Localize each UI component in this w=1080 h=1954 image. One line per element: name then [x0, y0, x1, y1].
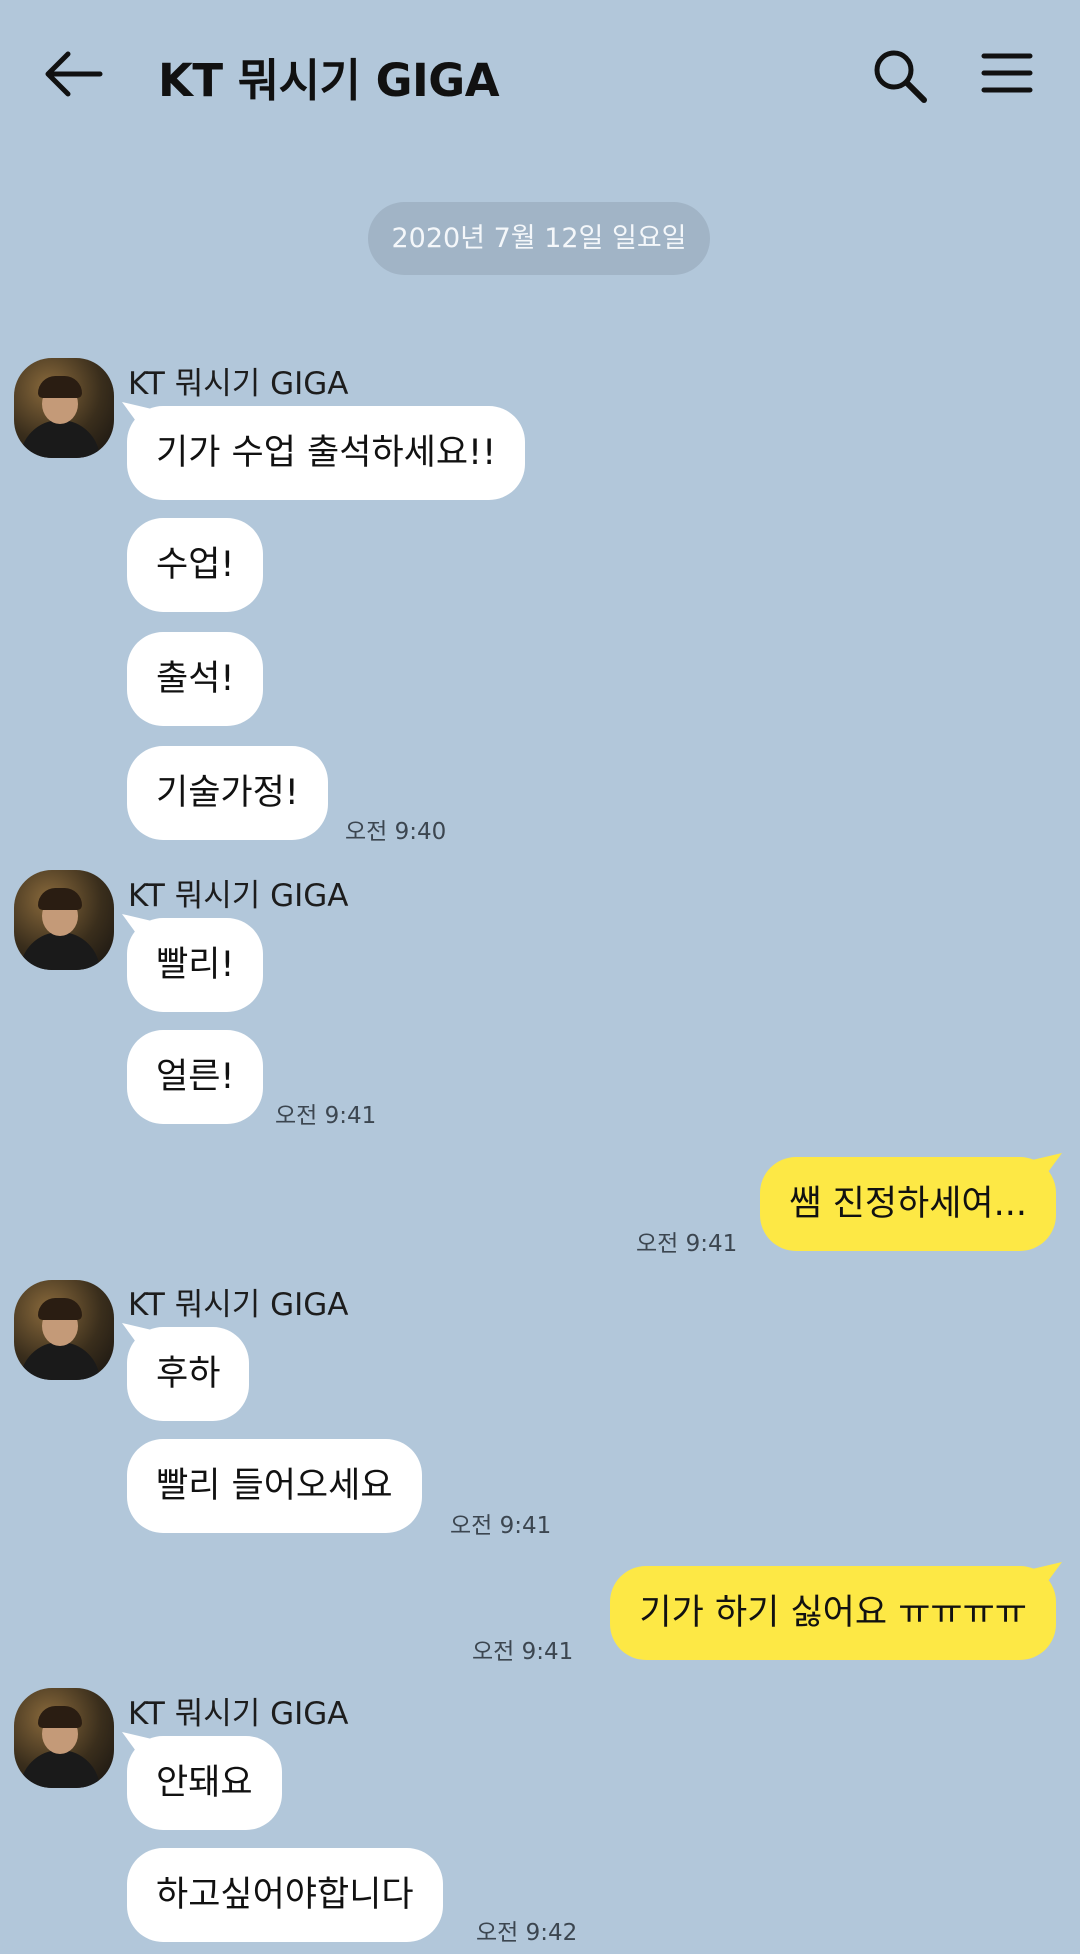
- sender-name: KT 뭐시기 GIGA: [128, 878, 349, 914]
- message-bubble-outgoing[interactable]: 기가 하기 싫어요 ㅠㅠㅠㅠ: [610, 1566, 1056, 1660]
- chat-title: KT 뭐시기 GIGA: [158, 54, 500, 107]
- message-bubble[interactable]: 기술가정!: [127, 746, 328, 840]
- menu-button[interactable]: [980, 48, 1034, 98]
- chat-header: KT 뭐시기 GIGA: [0, 0, 1080, 150]
- message-bubble[interactable]: 하고싶어야합니다: [127, 1848, 443, 1942]
- message-bubble[interactable]: 후하: [127, 1327, 250, 1421]
- sender-name: KT 뭐시기 GIGA: [128, 1287, 349, 1323]
- date-divider: 2020년 7월 12일 일요일: [368, 202, 710, 275]
- message-timestamp: 오전 9:41: [636, 1231, 738, 1257]
- message-timestamp: 오전 9:41: [472, 1639, 574, 1665]
- back-button[interactable]: [44, 48, 108, 100]
- sender-avatar[interactable]: [14, 1688, 114, 1788]
- message-bubble[interactable]: 기가 수업 출석하세요!!: [127, 406, 526, 500]
- bubble-tail: [1028, 1153, 1062, 1183]
- hamburger-menu-icon: [981, 53, 1033, 93]
- sender-name: KT 뭐시기 GIGA: [128, 366, 349, 402]
- message-bubble[interactable]: 빨리!: [127, 918, 264, 1012]
- message-bubble[interactable]: 출석!: [127, 632, 264, 726]
- message-timestamp: 오전 9:42: [476, 1920, 578, 1946]
- message-bubble-outgoing[interactable]: 쌤 진정하세여...: [760, 1157, 1056, 1251]
- message-bubble[interactable]: 빨리 들어오세요: [127, 1439, 422, 1533]
- message-timestamp: 오전 9:40: [345, 819, 447, 845]
- sender-avatar[interactable]: [14, 358, 114, 458]
- message-timestamp: 오전 9:41: [450, 1513, 552, 1539]
- arrow-left-icon: [45, 51, 103, 97]
- bubble-tail: [1028, 1562, 1062, 1592]
- search-icon: [874, 50, 927, 103]
- message-bubble[interactable]: 안돼요: [127, 1736, 282, 1830]
- sender-name: KT 뭐시기 GIGA: [128, 1696, 349, 1732]
- message-timestamp: 오전 9:41: [275, 1103, 377, 1129]
- sender-avatar[interactable]: [14, 1280, 114, 1380]
- sender-avatar[interactable]: [14, 870, 114, 970]
- message-bubble[interactable]: 수업!: [127, 518, 264, 612]
- search-button[interactable]: [870, 46, 930, 106]
- message-bubble[interactable]: 얼른!: [127, 1030, 264, 1124]
